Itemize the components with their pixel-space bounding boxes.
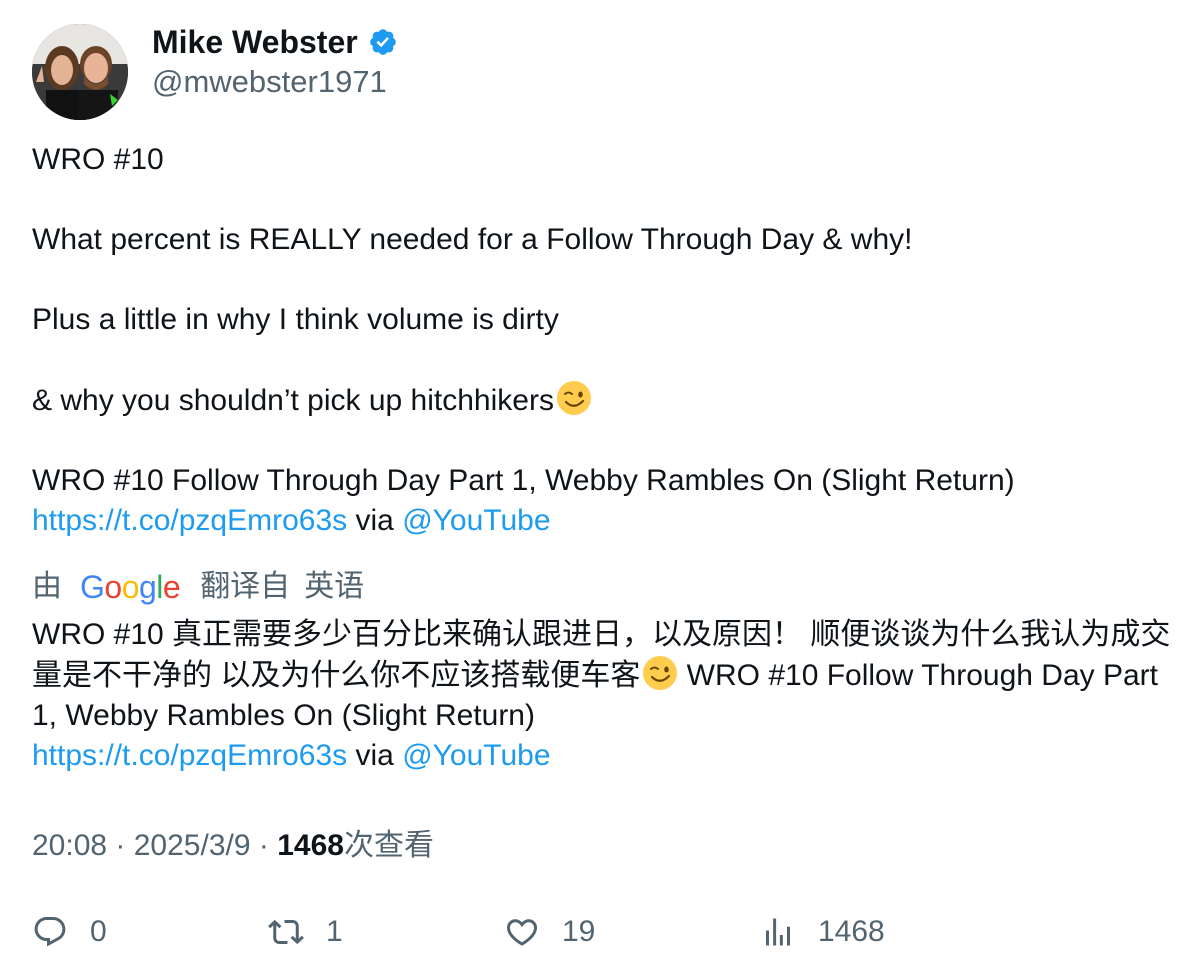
avatar[interactable] — [32, 24, 128, 120]
tweet-line-with-emoji: & why you shouldn’t pick up hitchhikers — [32, 380, 1172, 421]
author-handle[interactable]: @mwebster1971 — [152, 62, 398, 102]
reply-icon — [34, 917, 66, 947]
views-button[interactable]: 1468 — [760, 908, 885, 956]
tweet-meta: 20:08 · 2025/3/9 · 1468次查看 — [32, 826, 1172, 866]
translated-by-bar: 由 Google 翻译自 英语 — [32, 559, 1172, 615]
translated-by-label: 由 — [32, 570, 62, 603]
line-spacer — [32, 260, 1172, 300]
name-row: Mike Webster — [152, 24, 398, 60]
tweet-text: WRO #10 What percent is REALLY needed fo… — [32, 140, 1172, 541]
meta-views-label: 次查看 — [343, 829, 434, 862]
line-spacer — [32, 180, 1172, 220]
reply-count: 0 — [90, 915, 107, 948]
line-spacer — [32, 421, 1172, 461]
translated-from-label: 翻译自 — [200, 570, 291, 603]
retweet-count: 1 — [326, 915, 343, 948]
translated-text: WRO #10 真正需要多少百分比来确认跟进日，以及原因！ 顺便谈谈为什么我认为… — [32, 615, 1172, 776]
tweet-time[interactable]: 20:08 — [32, 829, 107, 862]
meta-views-count: 1468 — [277, 829, 344, 862]
winking-face-emoji — [643, 656, 678, 690]
via-text: via — [347, 739, 403, 772]
tweet-line: Plus a little in why I think volume is d… — [32, 303, 559, 336]
google-logo[interactable]: Google — [80, 559, 181, 615]
meta-separator: · — [107, 829, 134, 862]
tweet: Mike Webster @mwebster1971 WRO #10 What … — [32, 24, 1172, 866]
author-names: Mike Webster @mwebster1971 — [152, 24, 398, 102]
tweet-line: WRO #10 — [32, 143, 164, 176]
action-bar: 0 1 19 1468 — [32, 908, 1172, 956]
tweet-line-text: & why you shouldn’t pick up hitchhikers — [32, 384, 554, 417]
tweet-header: Mike Webster @mwebster1971 — [32, 24, 1172, 120]
tweet-line: WRO #10 Follow Through Day Part 1, Webby… — [32, 464, 1015, 497]
via-text: via — [347, 504, 403, 537]
heart-icon — [506, 919, 538, 946]
reply-button[interactable]: 0 — [32, 908, 107, 956]
line-spacer — [32, 340, 1172, 380]
winking-face-emoji — [556, 381, 591, 415]
source-language: 英语 — [304, 570, 365, 603]
meta-separator: · — [250, 829, 278, 862]
translated-youtube-mention[interactable]: @YouTube — [402, 739, 550, 772]
tweet-date[interactable]: 2025/3/9 — [134, 829, 251, 862]
views-count: 1468 — [818, 915, 885, 948]
tweet-link[interactable]: https://t.co/pzqEmro63s — [32, 504, 347, 537]
avatar-image — [32, 24, 128, 120]
verified-badge-icon[interactable] — [368, 27, 398, 57]
author-display-name[interactable]: Mike Webster — [152, 24, 358, 60]
like-button[interactable]: 19 — [504, 908, 595, 956]
translated-link[interactable]: https://t.co/pzqEmro63s — [32, 739, 347, 772]
analytics-icon — [766, 918, 790, 946]
tweet-line: What percent is REALLY needed for a Foll… — [32, 223, 913, 256]
like-count: 19 — [562, 915, 596, 948]
retweet-button[interactable]: 1 — [268, 908, 343, 956]
youtube-mention[interactable]: @YouTube — [402, 504, 550, 537]
tweet-link-line: https://t.co/pzqEmro63s via @YouTube — [32, 501, 1172, 541]
retweet-icon — [268, 919, 304, 945]
